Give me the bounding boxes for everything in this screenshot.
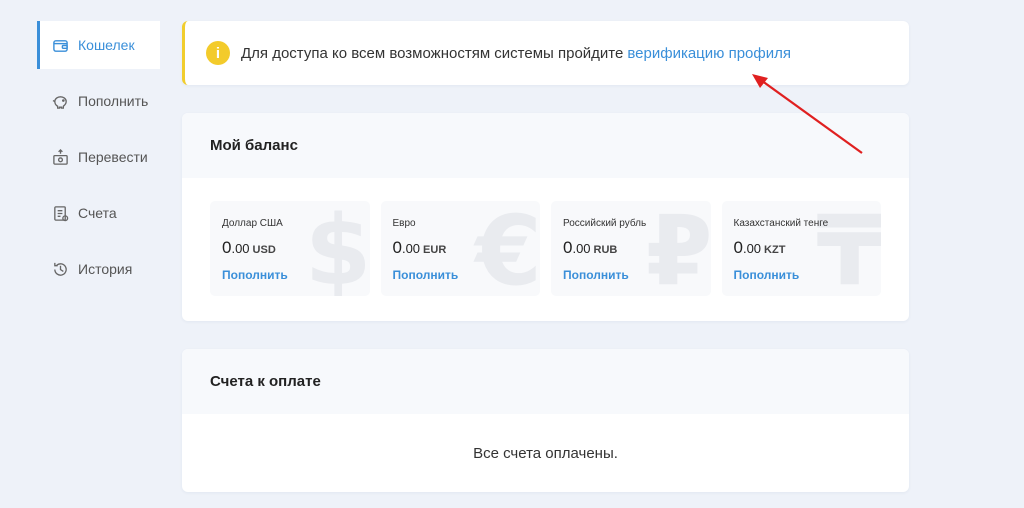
topup-usd-link[interactable]: Пополнить: [222, 268, 358, 282]
info-icon: i: [206, 41, 230, 65]
invoices-title: Счета к оплате: [182, 349, 909, 414]
currency-name: Доллар США: [222, 218, 283, 229]
currency-card-usd: $ Доллар США 0.00 USD Пополнить: [210, 201, 370, 296]
currency-amount: 0.00 RUB: [563, 238, 618, 257]
sidebar-item-transfer[interactable]: Перевести: [37, 133, 160, 181]
annotation-arrow-icon: [752, 74, 863, 154]
sidebar-item-label: Пополнить: [78, 93, 149, 109]
invoices-empty-message: Все счета оплачены.: [473, 445, 618, 462]
sidebar-item-label: Счета: [78, 205, 117, 221]
sidebar-item-label: Кошелек: [78, 37, 135, 53]
sidebar-item-invoices[interactable]: Счета: [37, 189, 160, 237]
wallet-icon: [51, 36, 69, 54]
sidebar-item-history[interactable]: История: [37, 245, 160, 293]
transfer-icon: [51, 148, 69, 166]
sidebar-item-topup[interactable]: Пополнить: [37, 77, 160, 125]
sidebar: Кошелек Пополнить Перевести Счета Истори…: [37, 21, 160, 301]
sidebar-item-label: Перевести: [78, 149, 148, 165]
currency-list: $ Доллар США 0.00 USD Пополнить € Евро 0.…: [210, 201, 881, 296]
sidebar-item-wallet[interactable]: Кошелек: [37, 21, 160, 69]
invoice-icon: [51, 204, 69, 222]
invoices-card: Счета к оплате Все счета оплачены.: [182, 349, 909, 492]
currency-amount: 0.00 USD: [222, 238, 276, 257]
currency-card-rub: ₽ Российский рубль 0.00 RUB Пополнить: [551, 201, 711, 296]
currency-card-eur: € Евро 0.00 EUR Пополнить: [380, 201, 540, 296]
currency-amount: 0.00 EUR: [392, 238, 447, 257]
currency-amount: 0.00 KZT: [733, 238, 786, 257]
verification-link[interactable]: верификацию профиля: [627, 45, 791, 62]
alert-text: Для доступа ко всем возможностям системы…: [241, 44, 624, 62]
sidebar-item-label: История: [78, 261, 133, 277]
currency-name: Российский рубль: [563, 218, 647, 229]
topup-eur-link[interactable]: Пополнить: [393, 268, 529, 282]
currency-card-kzt: ₸ Казахстанский тенге 0.00 KZT Пополнить: [721, 201, 881, 296]
currency-name: Казахстанский тенге: [733, 218, 829, 229]
piggy-bank-icon: [51, 92, 69, 110]
topup-kzt-link[interactable]: Пополнить: [734, 268, 870, 282]
currency-name: Евро: [392, 218, 416, 229]
history-icon: [51, 260, 69, 278]
topup-rub-link[interactable]: Пополнить: [563, 268, 699, 282]
